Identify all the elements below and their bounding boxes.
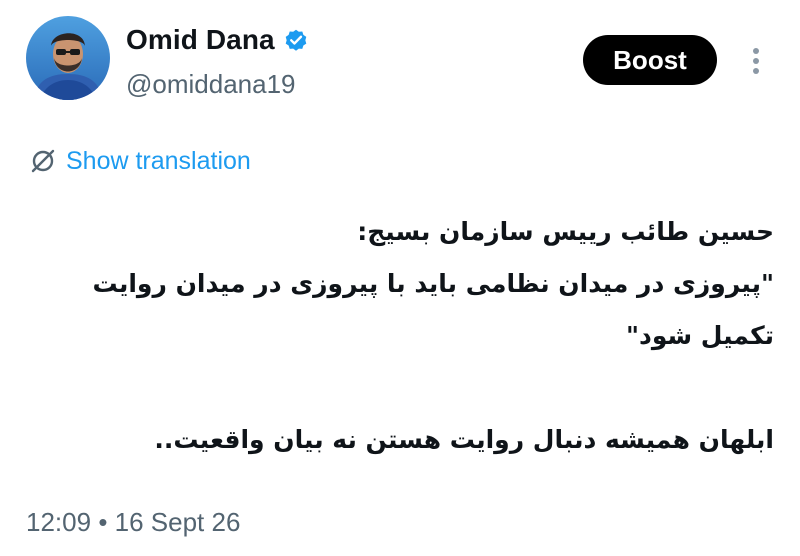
vertical-ellipsis-icon[interactable] xyxy=(744,44,768,78)
avatar[interactable] xyxy=(26,16,110,100)
tweet-line: ابلهان همیشه دنبال روایت هستن نه بیان وا… xyxy=(154,425,774,454)
tweet-line: حسین طائب رییس سازمان بسیج: xyxy=(357,217,774,246)
boost-button[interactable]: Boost xyxy=(583,35,717,85)
tweet-time: 12:09 xyxy=(26,507,92,537)
tweet-date: 16 Sept 26 xyxy=(114,507,241,537)
profile-photo-icon xyxy=(26,16,110,100)
verified-badge-icon xyxy=(283,27,309,53)
user-handle[interactable]: @omiddana19 xyxy=(126,69,296,100)
tweet-line: تکمیل شود" xyxy=(625,321,774,350)
translate-slashed-icon xyxy=(30,148,56,174)
meta-separator: • xyxy=(98,507,108,537)
show-translation-row[interactable]: Show translation xyxy=(30,143,251,179)
show-translation-link[interactable]: Show translation xyxy=(66,147,251,176)
tweet-line: "پیروزی در میدان نظامی باید با پیروزی در… xyxy=(92,269,774,298)
timestamp[interactable]: 12:09 • 16 Sept 26 xyxy=(26,507,240,538)
tweet-text: حسین طائب رییس سازمان بسیج: "پیروزی در م… xyxy=(30,206,774,466)
author-name-row[interactable]: Omid Dana xyxy=(126,22,309,58)
display-name[interactable]: Omid Dana xyxy=(126,24,275,56)
